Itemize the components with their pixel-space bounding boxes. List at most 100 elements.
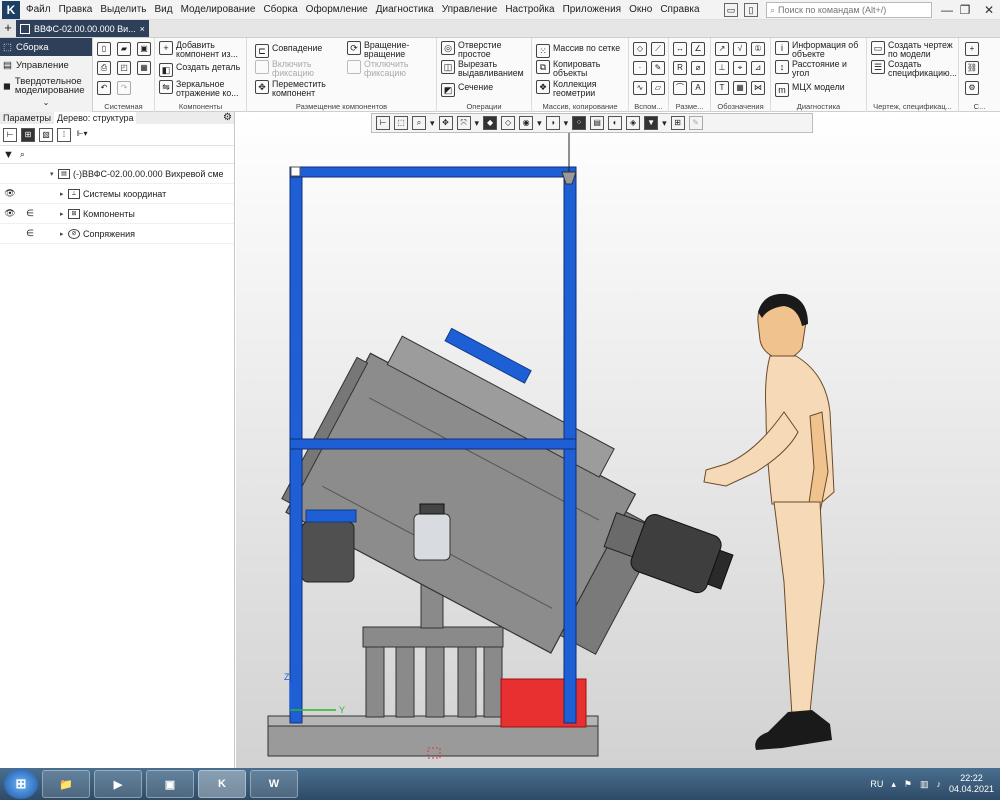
- save-icon[interactable]: ▣: [137, 42, 151, 56]
- menu-management[interactable]: Управление: [438, 0, 502, 20]
- undo-icon[interactable]: ↶: [97, 81, 111, 95]
- mark-icon[interactable]: ⊿: [751, 61, 765, 75]
- command-search-input[interactable]: [778, 5, 919, 15]
- section-view-icon[interactable]: ◑: [545, 116, 560, 130]
- language-indicator[interactable]: RU: [870, 779, 883, 789]
- expand-caret-icon[interactable]: ▸: [60, 210, 68, 218]
- orientation-icon[interactable]: ⤧: [456, 116, 471, 130]
- print-icon[interactable]: ⎙: [97, 61, 111, 75]
- filter-icon[interactable]: ▼: [644, 116, 659, 130]
- wireframe-view-icon[interactable]: ◇: [501, 116, 516, 130]
- menu-edit[interactable]: Правка: [55, 0, 97, 20]
- start-button[interactable]: ⊞: [4, 769, 38, 799]
- dropdown-arrow-icon[interactable]: ▾: [430, 118, 435, 129]
- linear-size-icon[interactable]: ↔: [673, 42, 687, 56]
- rotation-rotation-button[interactable]: ⟳ Вращение- вращение: [347, 41, 409, 59]
- pan-icon[interactable]: ✥: [438, 116, 453, 130]
- redo-icon[interactable]: ↷: [117, 81, 131, 95]
- zoom-icon[interactable]: ⌕: [412, 116, 426, 130]
- mode-assembly[interactable]: ⬚ Сборка: [0, 38, 92, 56]
- visibility-eye-icon[interactable]: 👁: [0, 188, 20, 199]
- taskbar-kompas[interactable]: K: [198, 770, 246, 798]
- panel-toggle-icon[interactable]: ▭: [724, 3, 738, 17]
- extra-link-icon[interactable]: ⛓: [965, 61, 979, 75]
- expand-caret-icon[interactable]: ▸: [60, 190, 68, 198]
- inclusion-icon[interactable]: ∈: [20, 228, 40, 239]
- tolerance-icon[interactable]: ⌖: [733, 61, 747, 75]
- menu-file[interactable]: Файл: [22, 0, 55, 20]
- stand-leg[interactable]: [457, 646, 477, 718]
- close-tab-icon[interactable]: ×: [140, 24, 145, 34]
- new-file-icon[interactable]: ▯: [97, 42, 111, 56]
- tree-collapse-icon[interactable]: ⁞: [57, 127, 71, 142]
- tree-filter-input[interactable]: [30, 149, 181, 160]
- radius-size-icon[interactable]: R: [673, 61, 687, 75]
- tree-item-coordinate-systems[interactable]: 👁 ▸ ⟂ Системы координат: [0, 184, 234, 204]
- tree-item-root-assembly[interactable]: ▾ ▤ (-)ВВФС-02.00.00.000 Вихревой сме: [0, 164, 234, 184]
- left-motor-mount[interactable]: [305, 509, 357, 523]
- menu-diagnostics[interactable]: Диагностика: [372, 0, 438, 20]
- stand-leg[interactable]: [365, 646, 385, 718]
- add-component-button[interactable]: + Добавить компонент из...: [159, 41, 238, 59]
- menu-assembly[interactable]: Сборка: [259, 0, 301, 20]
- mode-management[interactable]: ▤ Управление: [0, 56, 92, 74]
- human-mannequin[interactable]: [703, 293, 835, 750]
- restore-button[interactable]: ❐: [952, 0, 978, 20]
- stand-top-beam[interactable]: [362, 626, 504, 648]
- new-document-button[interactable]: +: [0, 19, 16, 37]
- curve-icon[interactable]: ∿: [633, 81, 647, 95]
- tree-structure-icon[interactable]: ⊢: [3, 127, 17, 142]
- measure-icon[interactable]: ⊞: [670, 116, 685, 130]
- mass-properties-button[interactable]: m МЦХ модели: [775, 83, 845, 97]
- position-icon[interactable]: ①: [751, 42, 765, 56]
- left-motor[interactable]: [301, 521, 355, 583]
- command-search[interactable]: ⌕: [766, 2, 932, 18]
- open-icon[interactable]: ▰: [117, 42, 131, 56]
- geometry-collection-button[interactable]: ❖ Коллекция геометрии: [536, 80, 597, 98]
- mannequin-legs[interactable]: [773, 501, 825, 717]
- volume-icon[interactable]: ♪: [936, 779, 941, 789]
- sketch-icon[interactable]: ✎: [651, 61, 665, 75]
- expand-caret-icon[interactable]: ▾: [50, 170, 58, 178]
- coincide-button[interactable]: ⊏ Совпадение: [255, 44, 322, 58]
- create-spec-button[interactable]: ☰ Создать спецификацию...: [871, 60, 957, 78]
- tab-tree-structure[interactable]: Дерево: структура: [53, 112, 137, 124]
- stand-leg[interactable]: [483, 646, 503, 718]
- preview-icon[interactable]: ◰: [117, 61, 131, 75]
- plane-icon[interactable]: ◇: [633, 42, 647, 56]
- taskbar-explorer[interactable]: 📁: [42, 770, 90, 798]
- zoom-window-icon[interactable]: ⬚: [394, 116, 408, 130]
- distance-angle-button[interactable]: ↕ Расстояние и угол: [775, 60, 847, 78]
- enable-fix-button[interactable]: Включить фиксацию: [255, 60, 314, 78]
- menu-settings[interactable]: Настройка: [501, 0, 558, 20]
- 3d-viewport[interactable]: Y Z ⊢ ⬚ ⌕ ▾ ✥ ⤧ ▾ ◆ ◇ ◉ ▾ ◑ ▾ ⁘ ▤ ◐ ◈ ▼ …: [236, 112, 1000, 768]
- axis-icon[interactable]: ⟋: [651, 42, 665, 56]
- menu-select[interactable]: Выделить: [96, 0, 150, 20]
- menu-modeling[interactable]: Моделирование: [177, 0, 260, 20]
- document-tab[interactable]: ВВФС-02.00.00.000 Ви... ×: [16, 20, 149, 37]
- diameter-size-icon[interactable]: ⌀: [691, 61, 705, 75]
- render-icon[interactable]: ◐: [608, 116, 623, 130]
- base-beam[interactable]: [267, 725, 599, 757]
- expand-caret-icon[interactable]: ▸: [60, 230, 68, 238]
- stand-leg[interactable]: [425, 646, 445, 718]
- visibility-icon[interactable]: ◉: [519, 116, 534, 130]
- extra-add-icon[interactable]: +: [965, 42, 979, 56]
- network-icon[interactable]: ▥: [920, 779, 929, 790]
- tree-item-components[interactable]: 👁 ∈ ▸ ⊞ Компоненты: [0, 204, 234, 224]
- section-button[interactable]: ◩ Сечение: [441, 83, 493, 97]
- filter-icon[interactable]: ▼: [3, 149, 14, 161]
- roughness-icon[interactable]: √: [733, 42, 747, 56]
- base-icon[interactable]: ⊥: [715, 61, 729, 75]
- pen-icon[interactable]: ✎: [688, 116, 703, 130]
- text-icon[interactable]: T: [715, 81, 729, 95]
- tree-build-order-icon[interactable]: ⊞: [21, 127, 35, 142]
- create-drawing-button[interactable]: ▭ Создать чертеж по модели: [871, 41, 953, 59]
- panel-settings-icon[interactable]: ⚙: [223, 112, 232, 124]
- angle-size-icon[interactable]: ∠: [691, 42, 705, 56]
- layers-icon[interactable]: ▤: [590, 116, 605, 130]
- tab-parameters[interactable]: Параметры: [0, 112, 54, 124]
- dropdown-arrow-icon[interactable]: ▾: [564, 118, 569, 129]
- taskbar-app[interactable]: ▣: [146, 770, 194, 798]
- clock[interactable]: 22:22 04.04.2021: [949, 773, 994, 795]
